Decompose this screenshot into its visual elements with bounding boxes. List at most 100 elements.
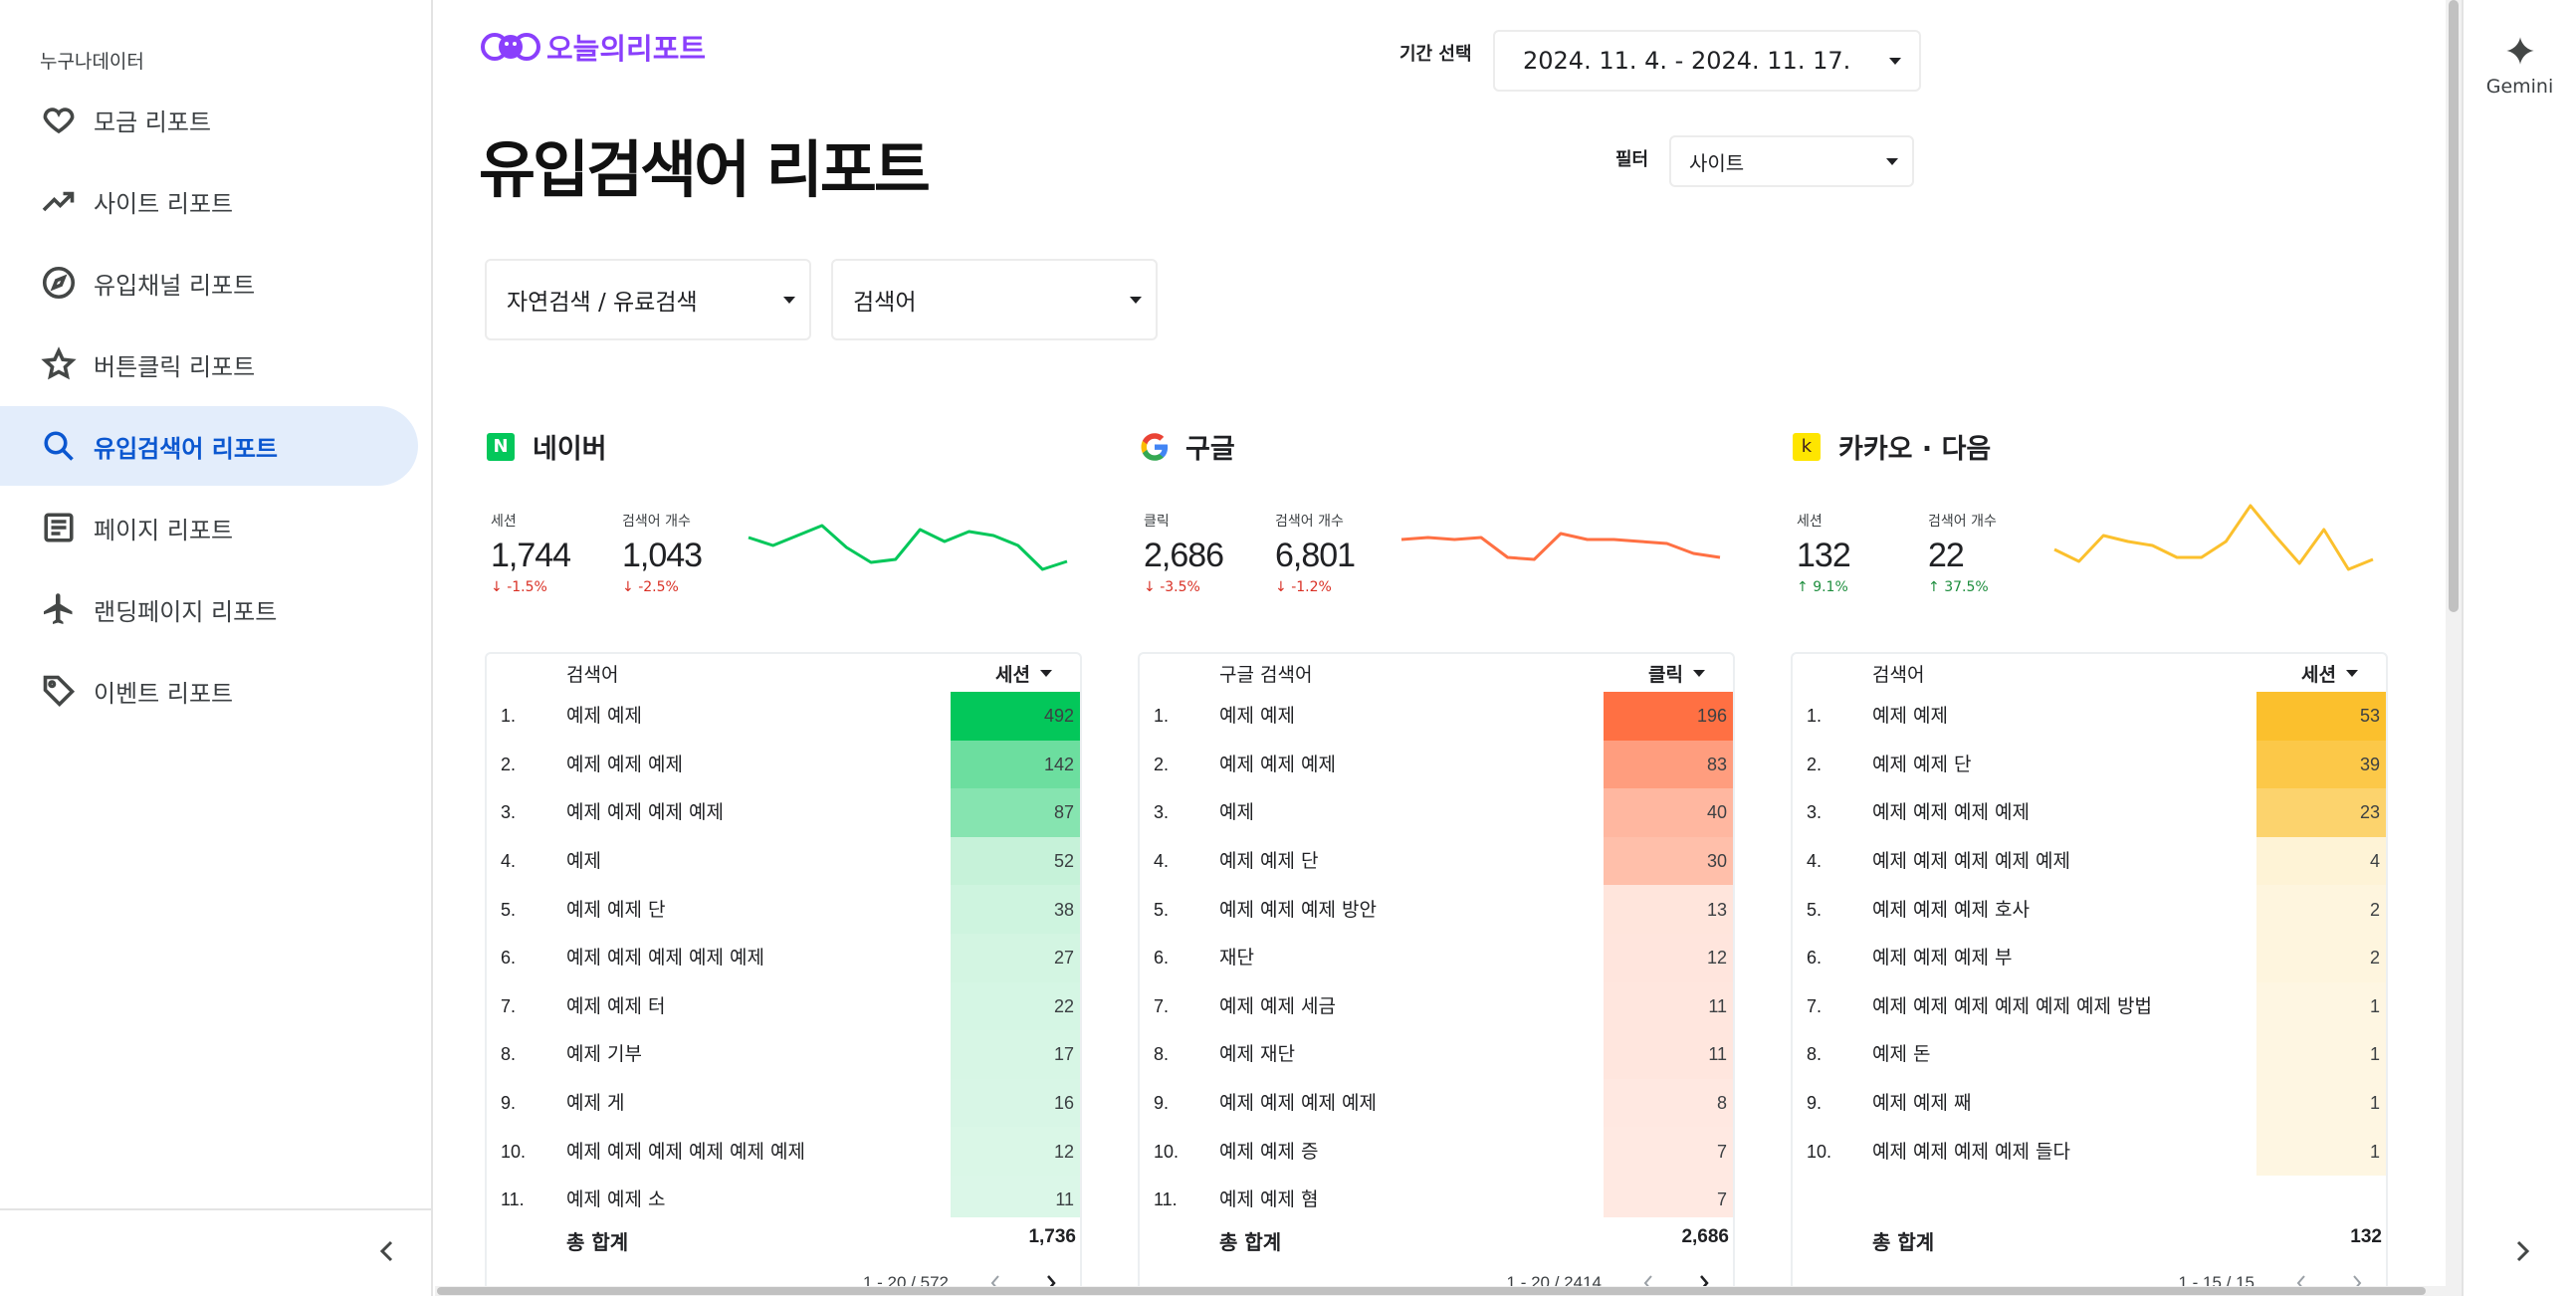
row-rank: 5. [1154, 899, 1170, 920]
table-row[interactable]: 11. 예제 예제 혐 7 [1140, 1176, 1733, 1217]
sidebar-item-site-report[interactable]: 사이트 리포트 [0, 161, 418, 241]
table-row[interactable]: 7. 예제 예제 예제 예제 예제 예제 방법 1 [1793, 981, 2386, 1031]
scrollbar-thumb[interactable] [2449, 0, 2459, 612]
row-value-heat-cell: 2 [2256, 885, 2386, 934]
table-row[interactable]: 9. 예제 게 16 [487, 1078, 1080, 1128]
row-search-term: 예제 예제 예제 [1219, 753, 1336, 775]
sidebar-item-button-click-report[interactable]: 버튼클릭 리포트 [0, 324, 418, 404]
table-row[interactable]: 7. 예제 예제 터 22 [487, 981, 1080, 1031]
table-row[interactable]: 3. 예제 예제 예제 예제 23 [1793, 788, 2386, 837]
table-row[interactable]: 6. 재단 12 [1140, 934, 1733, 982]
row-search-term: 예제 [566, 850, 601, 873]
sidebar-item-channel-report[interactable]: 유입채널 리포트 [0, 243, 418, 323]
row-value-heat-cell: 30 [1604, 836, 1733, 886]
dimension-select[interactable]: 검색어 [831, 259, 1158, 340]
caret-down-icon [1886, 157, 1898, 165]
table-row[interactable]: 7. 예제 예제 세금 11 [1140, 981, 1733, 1031]
row-rank: 3. [1807, 802, 1823, 823]
horizontal-scrollbar[interactable] [435, 1286, 2446, 1296]
table-row[interactable]: 4. 예제 예제 예제 예제 예제 4 [1793, 836, 2386, 886]
sidebar-item-label: 모금 리포트 [94, 108, 212, 136]
table-row[interactable]: 9. 예제 예제 예제 예제 8 [1140, 1078, 1733, 1128]
row-value: 1 [2369, 995, 2380, 1016]
sidebar-item-search-term-report[interactable]: 유입검색어 리포트 [0, 406, 418, 486]
column-header-metric-sort[interactable]: 세션 [995, 660, 1052, 687]
table-row[interactable]: 8. 예제 재단 11 [1140, 1030, 1733, 1079]
table-row[interactable]: 1. 예제 예제 492 [487, 692, 1080, 741]
compass-icon [40, 264, 78, 302]
row-value: 196 [1696, 706, 1727, 727]
row-rank: 3. [501, 802, 517, 823]
table-row[interactable]: 2. 예제 예제 예제 142 [487, 740, 1080, 789]
sort-desc-icon [2346, 670, 2358, 677]
row-rank: 11. [501, 1189, 525, 1210]
caret-down-icon [783, 296, 795, 304]
naver-section: N 네이버 세션 1,744 ↓ -1.5% 검색어 개수 1,043 ↓ -2… [485, 413, 1082, 1296]
row-search-term: 예제 예제 예제 호사 [1872, 898, 2030, 921]
row-value-heat-cell: 11 [1604, 1030, 1733, 1079]
gemini-label: Gemini [2485, 76, 2554, 98]
table-row[interactable]: 5. 예제 예제 단 38 [487, 885, 1080, 934]
column-header-metric-sort[interactable]: 세션 [2301, 660, 2358, 687]
table-row[interactable]: 1. 예제 예제 53 [1793, 692, 2386, 741]
sidebar-item-page-report[interactable]: 페이지 리포트 [0, 488, 418, 567]
metric-label: 세션 [1797, 514, 1823, 530]
table-row[interactable]: 1. 예제 예제 196 [1140, 692, 1733, 741]
metric-delta: ↓ -1.2% [1275, 579, 1332, 595]
search-term-table: 검색어 세션 1. 예제 예제 53 2. 예제 예제 단 39 3. 예제 예제 예제 예제… [1791, 652, 2388, 1296]
row-value: 4 [2369, 851, 2380, 872]
table-row[interactable]: 6. 예제 예제 예제 부 2 [1793, 934, 2386, 982]
table-total-row: 총 합계 132 [1793, 1216, 2386, 1260]
table-row[interactable]: 11. 예제 예제 소 11 [487, 1176, 1080, 1217]
sidebar-item-donation-report[interactable]: 모금 리포트 [0, 80, 418, 159]
gemini-button[interactable]: Gemini [2464, 36, 2576, 98]
table-row[interactable]: 5. 예제 예제 예제 방안 13 [1140, 885, 1733, 934]
table-row[interactable]: 10. 예제 예제 예제 예제 예제 예제 12 [487, 1127, 1080, 1176]
table-row[interactable]: 8. 예제 돈 1 [1793, 1030, 2386, 1079]
logo-text: 오늘의리포트 [546, 32, 707, 66]
row-rank: 9. [501, 1093, 517, 1114]
scrollbar-thumb[interactable] [437, 1287, 2426, 1295]
sparkle-icon [2505, 37, 2534, 65]
section-header: 구글 [1140, 427, 1235, 466]
row-search-term: 예제 예제 예제 예제 예제 예제 방법 [1872, 994, 2152, 1017]
row-rank: 4. [1154, 851, 1170, 872]
table-row[interactable]: 2. 예제 예제 단 39 [1793, 740, 2386, 789]
row-search-term: 예제 예제 단 [566, 898, 666, 921]
table-row[interactable]: 10. 예제 예제 증 7 [1140, 1127, 1733, 1176]
metric-delta: ↓ -2.5% [622, 579, 679, 595]
row-value-heat-cell: 53 [2256, 692, 2386, 741]
row-value: 11 [1708, 995, 1727, 1016]
table-row[interactable]: 3. 예제 40 [1140, 788, 1733, 837]
table-row[interactable]: 2. 예제 예제 예제 83 [1140, 740, 1733, 789]
sidebar-item-landing-page-report[interactable]: 랜딩페이지 리포트 [0, 569, 418, 649]
row-value-heat-cell: 40 [1604, 788, 1733, 837]
page-title: 유입검색어 리포트 [479, 133, 931, 206]
table-row[interactable]: 4. 예제 예제 단 30 [1140, 836, 1733, 886]
table-row[interactable]: 9. 예제 예제 째 1 [1793, 1078, 2386, 1128]
table-row[interactable]: 3. 예제 예제 예제 예제 87 [487, 788, 1080, 837]
vertical-scrollbar[interactable] [2446, 0, 2462, 1296]
search-type-select[interactable]: 자연검색 / 유료검색 [485, 259, 811, 340]
date-range-select[interactable]: 2024. 11. 4. - 2024. 11. 17. [1493, 30, 1921, 92]
table-row[interactable]: 8. 예제 기부 17 [487, 1030, 1080, 1079]
row-value: 23 [2359, 802, 2380, 823]
collapse-sidebar-button[interactable] [370, 1234, 404, 1268]
section-title: 구글 [1185, 434, 1235, 465]
logo-faces-icon [481, 33, 540, 61]
table-row[interactable]: 4. 예제 52 [487, 836, 1080, 886]
expand-panel-button[interactable] [2507, 1236, 2537, 1266]
table-row[interactable]: 5. 예제 예제 예제 호사 2 [1793, 885, 2386, 934]
row-search-term: 예제 예제 [566, 705, 642, 728]
row-rank: 9. [1154, 1093, 1170, 1114]
kakao-daum-section: k 카카오 · 다음 세션 132 ↑ 9.1% 검색어 개수 22 ↑ 37.… [1791, 413, 2388, 1296]
row-search-term: 예제 예제 단 [1872, 753, 1972, 775]
row-value-heat-cell: 52 [951, 836, 1080, 886]
row-rank: 6. [1807, 948, 1823, 969]
table-row[interactable]: 10. 예제 예제 예제 예제 들다 1 [1793, 1127, 2386, 1176]
column-header-metric-sort[interactable]: 클릭 [1648, 660, 1705, 687]
table-row[interactable]: 6. 예제 예제 예제 예제 예제 27 [487, 934, 1080, 982]
site-filter-select[interactable]: 사이트 [1669, 135, 1914, 187]
sidebar-item-event-report[interactable]: 이벤트 리포트 [0, 651, 418, 731]
search-type-value: 자연검색 / 유료검색 [507, 290, 698, 316]
